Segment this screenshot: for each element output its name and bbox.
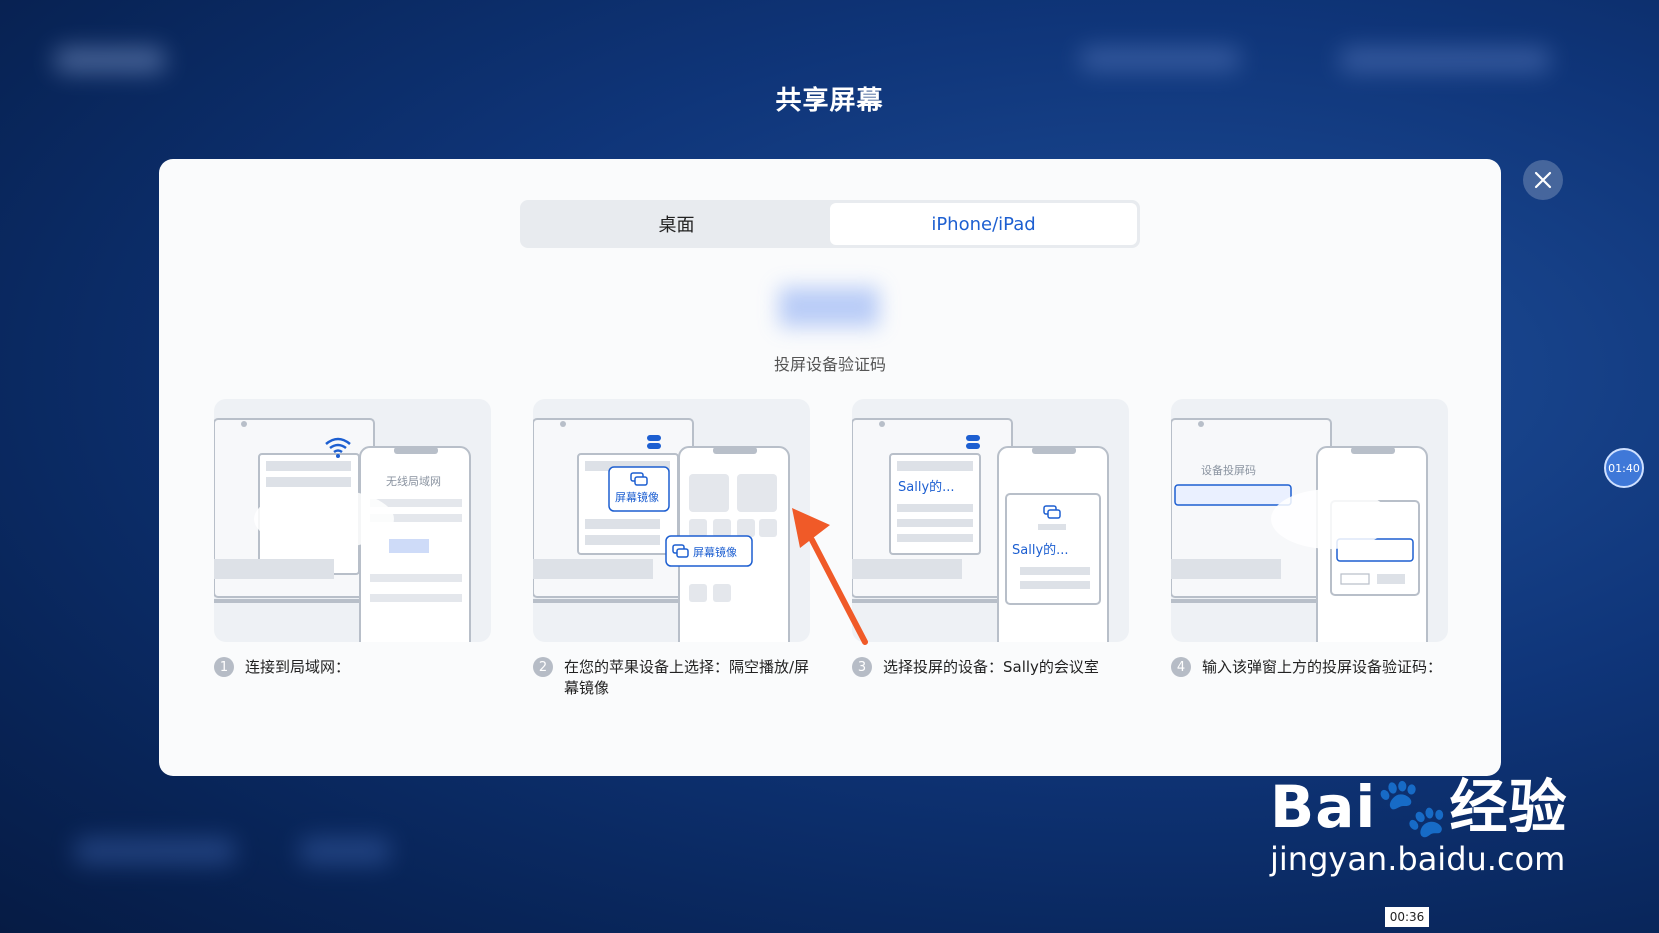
step-text: 输入该弹窗上方的投屏设备验证码：	[1202, 658, 1443, 676]
tab-desktop[interactable]: 桌面	[523, 203, 830, 245]
step-3: 3 选择投屏的设备：Sally的会议室	[852, 657, 1142, 678]
background-window	[55, 48, 165, 72]
step-1-illustration: 无线局域网	[214, 399, 491, 642]
step-text: 选择投屏的设备：Sally的会议室	[883, 658, 1099, 676]
baidu-watermark: Bai🐾经验 jingyan.baidu.com	[1270, 760, 1600, 878]
close-icon	[1534, 171, 1552, 189]
close-button[interactable]	[1523, 160, 1563, 200]
tab-iphone-ipad[interactable]: iPhone/iPad	[830, 203, 1137, 245]
background-window	[1340, 48, 1550, 72]
video-time-badge: 00:36	[1385, 907, 1429, 927]
background-window	[300, 838, 390, 864]
watermark-url: jingyan.baidu.com	[1270, 840, 1566, 878]
share-screen-dialog: 桌面 iPhone/iPad 投屏设备验证码 无线局域网 屏幕镜像 屏幕镜像 S…	[159, 159, 1501, 776]
device-option: Sally的...	[1012, 542, 1069, 558]
screen-mirror-label: 屏幕镜像	[615, 490, 659, 504]
device-code-label: 设备投屏码	[1201, 463, 1256, 477]
watermark-logo-text: Bai🐾经验	[1270, 773, 1568, 841]
step-number: 1	[214, 657, 234, 677]
step-number: 3	[852, 657, 872, 677]
verification-code-label: 投屏设备验证码	[773, 355, 886, 374]
step-text: 在您的苹果设备上选择：隔空播放/屏幕镜像	[564, 658, 810, 697]
step-2: 2 在您的苹果设备上选择：隔空播放/屏幕镜像	[533, 657, 823, 699]
step-3-illustration: Sally的... Sally的...	[852, 399, 1129, 642]
step-4-illustration: 设备投屏码	[1171, 399, 1448, 642]
screen-mirror-label: 屏幕镜像	[693, 545, 737, 559]
step-1: 1 连接到局域网：	[214, 657, 504, 678]
page-title: 共享屏幕	[775, 86, 884, 116]
step-2-illustration: 屏幕镜像 屏幕镜像	[533, 399, 810, 642]
step-text: 连接到局域网：	[245, 658, 351, 676]
step-number: 2	[533, 657, 553, 677]
recording-timer[interactable]: 01:40	[1604, 448, 1644, 488]
wifi-settings-label: 无线局域网	[386, 474, 441, 488]
verification-code	[779, 287, 879, 327]
background-window	[1080, 48, 1240, 70]
background-window	[75, 838, 235, 864]
step-4: 4 输入该弹窗上方的投屏设备验证码：	[1171, 657, 1461, 678]
step-number: 4	[1171, 657, 1191, 677]
tab-bar: 桌面 iPhone/iPad	[520, 200, 1140, 248]
device-option: Sally的...	[898, 479, 955, 495]
